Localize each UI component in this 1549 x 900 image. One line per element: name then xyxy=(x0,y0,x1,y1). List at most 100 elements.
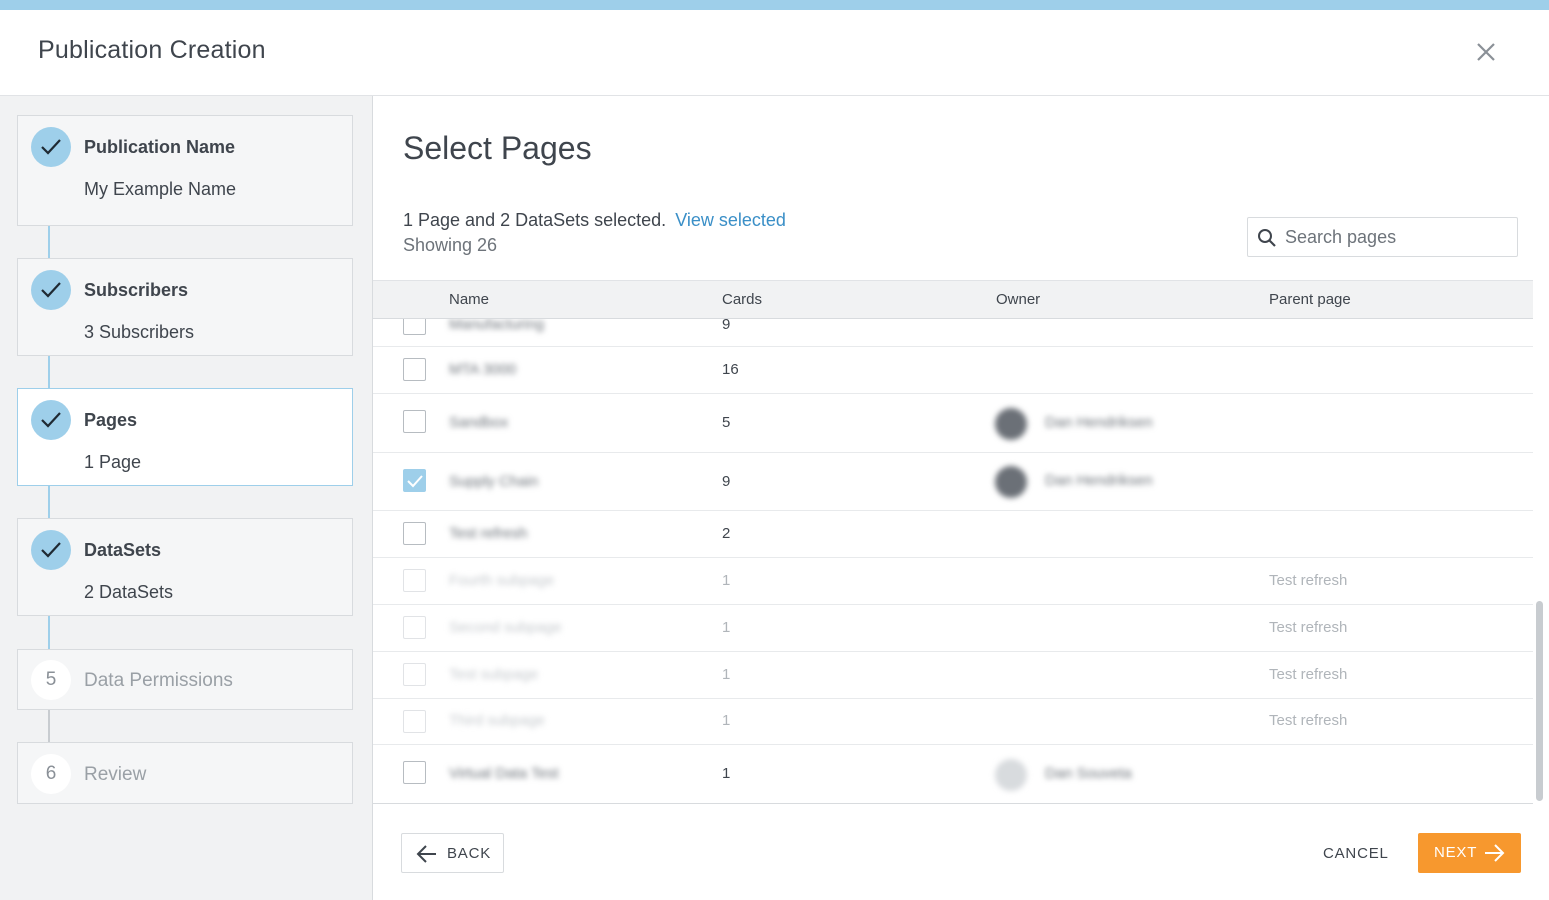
step-title: Data Permissions xyxy=(84,670,233,691)
owner-name: Dan Souveta xyxy=(1045,765,1132,782)
table-header: Name Cards Owner Parent page xyxy=(373,280,1533,319)
close-icon xyxy=(1477,43,1495,61)
table-row[interactable]: Test refresh 2 xyxy=(373,511,1533,558)
selection-summary: 1 Page and 2 DataSets selected. View sel… xyxy=(403,210,786,231)
step-connector xyxy=(48,486,50,518)
step-title: Subscribers xyxy=(84,280,189,300)
table-row[interactable]: Supply Chain 9 Dan Hendriksen xyxy=(373,453,1533,511)
row-checkbox xyxy=(403,710,426,733)
row-checkbox[interactable] xyxy=(403,522,426,545)
step-title: DataSets xyxy=(84,540,162,560)
page-name: Test refresh xyxy=(449,525,528,542)
step-subtitle: 3 Subscribers xyxy=(84,322,195,342)
owner-cell: Dan Hendriksen xyxy=(993,462,1193,502)
row-checkbox[interactable] xyxy=(403,319,426,335)
card-count: 9 xyxy=(722,319,731,333)
page-title: Select Pages xyxy=(403,130,592,166)
card-count: 16 xyxy=(722,361,739,378)
table-row: Third subpage 1 Test refresh xyxy=(373,699,1533,745)
next-button[interactable]: NEXT xyxy=(1418,833,1521,873)
card-count: 5 xyxy=(722,414,731,431)
column-header-name[interactable]: Name xyxy=(449,291,489,308)
dialog-header: Publication Creation xyxy=(0,10,1549,96)
step-subscribers[interactable]: Subscribers 3 Subscribers xyxy=(17,258,353,356)
step-subtitle: 2 DataSets xyxy=(84,582,174,602)
table-row: Test subpage 1 Test refresh xyxy=(373,652,1533,699)
row-checkbox xyxy=(403,569,426,592)
page-name: Sandbox xyxy=(449,414,509,431)
step-title: Publication Name xyxy=(84,137,236,157)
parent-page: Test refresh xyxy=(1269,619,1348,636)
row-checkbox[interactable] xyxy=(403,469,426,492)
row-checkbox[interactable] xyxy=(403,358,426,381)
search-icon xyxy=(1258,229,1276,247)
card-count: 1 xyxy=(722,712,731,729)
avatar xyxy=(995,408,1027,440)
back-button[interactable]: BACK xyxy=(401,833,504,873)
step-connector xyxy=(48,616,50,649)
step-data-permissions[interactable]: 5 Data Permissions xyxy=(17,649,353,710)
table-row[interactable]: Manufacturing 9 xyxy=(373,319,1533,347)
step-datasets[interactable]: DataSets 2 DataSets xyxy=(17,518,353,616)
step-title: Pages xyxy=(84,410,138,430)
dialog-title: Publication Creation xyxy=(38,36,266,64)
row-checkbox[interactable] xyxy=(403,761,426,784)
card-count: 1 xyxy=(722,572,731,589)
step-publication-name[interactable]: Publication Name My Example Name xyxy=(17,115,353,226)
page-name: MTA 3000 xyxy=(449,361,517,378)
check-circle-icon xyxy=(31,127,71,167)
step-title: Review xyxy=(84,764,147,785)
steps-sidebar: Publication Name My Example Name Subscri… xyxy=(0,96,373,900)
arrow-left-icon xyxy=(416,845,436,863)
row-checkbox xyxy=(403,616,426,639)
next-button-label: NEXT xyxy=(1434,844,1478,861)
search-box[interactable] xyxy=(1247,217,1518,257)
avatar xyxy=(995,759,1027,791)
page-name: Virtual Data Test xyxy=(449,765,559,782)
table-row[interactable]: MTA 3000 16 xyxy=(373,347,1533,394)
table-row: Fourth subpage 1 Test refresh xyxy=(373,558,1533,605)
page-name: Test subpage xyxy=(449,666,539,683)
main-panel: Select Pages 1 Page and 2 DataSets selec… xyxy=(373,96,1549,900)
step-number: 5 xyxy=(31,660,71,700)
column-header-parent-page[interactable]: Parent page xyxy=(1269,291,1351,308)
showing-count: Showing 26 xyxy=(403,235,498,255)
table-scrollbar[interactable] xyxy=(1536,601,1543,801)
parent-page: Test refresh xyxy=(1269,572,1348,589)
check-circle-icon xyxy=(31,400,71,440)
page-name: Manufacturing xyxy=(449,319,545,333)
row-checkbox xyxy=(403,663,426,686)
table-row: Second subpage 1 Test refresh xyxy=(373,605,1533,652)
column-header-cards[interactable]: Cards xyxy=(722,291,762,308)
step-number: 6 xyxy=(31,754,71,794)
page-name: Supply Chain xyxy=(449,473,539,490)
card-count: 9 xyxy=(722,473,731,490)
step-pages[interactable]: Pages 1 Page xyxy=(17,388,353,486)
owner-name: Dan Hendriksen xyxy=(1045,472,1153,489)
card-count: 1 xyxy=(722,765,731,782)
step-connector xyxy=(48,710,50,742)
row-checkbox[interactable] xyxy=(403,410,426,433)
check-circle-icon xyxy=(31,530,71,570)
owner-cell: Dan Hendriksen xyxy=(993,404,1193,444)
top-accent-bar xyxy=(0,0,1549,10)
table-row[interactable]: Virtual Data Test 1 Dan Souveta xyxy=(373,745,1533,803)
check-circle-icon xyxy=(31,270,71,310)
table-row[interactable]: Sandbox 5 Dan Hendriksen xyxy=(373,394,1533,453)
step-connector xyxy=(48,356,50,388)
card-count: 1 xyxy=(722,666,731,683)
card-count: 2 xyxy=(722,525,731,542)
selection-summary-text: 1 Page and 2 DataSets selected. xyxy=(403,210,667,230)
card-count: 1 xyxy=(722,619,731,636)
back-button-label: BACK xyxy=(447,845,492,862)
owner-cell: Dan Souveta xyxy=(993,755,1193,795)
step-review[interactable]: 6 Review xyxy=(17,742,353,804)
cancel-button[interactable]: CANCEL xyxy=(1323,845,1389,862)
column-header-owner[interactable]: Owner xyxy=(996,291,1040,308)
view-selected-link[interactable]: View selected xyxy=(675,210,786,230)
close-button[interactable] xyxy=(1472,38,1500,66)
owner-name: Dan Hendriksen xyxy=(1045,414,1153,431)
checkmark-icon xyxy=(407,475,423,488)
search-input[interactable] xyxy=(1285,224,1510,250)
arrow-right-icon xyxy=(1485,844,1505,862)
